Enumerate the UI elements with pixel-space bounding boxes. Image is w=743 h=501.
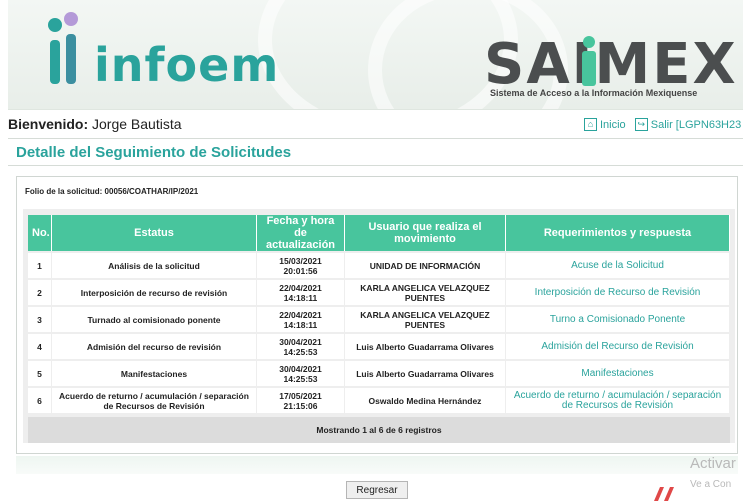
header-banner: infoem SAIMEX Sistema de Acceso a la Inf… — [8, 0, 743, 110]
cell-estatus: Manifestaciones — [52, 361, 257, 386]
infoem-logo-text: infoem — [94, 38, 280, 92]
cell-estatus: Análisis de la solicitud — [52, 253, 257, 278]
cell-usuario: UNIDAD DE INFORMACIÓN — [345, 253, 506, 278]
cell-no: 6 — [28, 388, 52, 413]
cell-no: 1 — [28, 253, 52, 278]
response-link[interactable]: Admisión del Recurso de Revisión — [506, 334, 730, 359]
response-link[interactable]: Turno a Comisionado Ponente — [506, 307, 730, 332]
exit-icon: ↪ — [634, 118, 648, 131]
activation-watermark-title: Activar — [690, 455, 736, 472]
welcome-greeting: Bienvenido: — [8, 116, 89, 132]
table-row: 3 Turnado al comisionado ponente 22/04/2… — [28, 307, 730, 332]
column-header-respuesta[interactable]: Requerimientos y respuesta — [506, 215, 730, 251]
cell-fecha: 22/04/2021 14:18:11 — [257, 307, 345, 332]
cell-usuario: KARLA ANGELICA VELAZQUEZ PUENTES — [345, 307, 506, 332]
saimex-subtitle: Sistema de Acceso a la Información Mexiq… — [490, 88, 698, 98]
column-header-estatus[interactable]: Estatus — [52, 215, 257, 251]
activation-watermark-subtitle: Ve a Con — [690, 479, 732, 490]
cell-fecha: 17/05/2021 21:15:06 — [257, 388, 345, 413]
page-title-bar: Detalle del Seguimiento de Solicitudes — [8, 138, 743, 166]
user-name: Jorge Bautista — [92, 116, 182, 132]
table-header-row: No. Estatus Fecha y hora de actualizació… — [28, 215, 730, 251]
logout-link[interactable]: ↪ Salir [LGPN63H23 — [634, 118, 742, 131]
cell-date: 22/04/2021 — [279, 309, 322, 320]
cell-usuario: Luis Alberto Guadarrama Olivares — [345, 334, 506, 359]
cell-usuario: Oswaldo Medina Hernández — [345, 388, 506, 413]
response-link[interactable]: Acuse de la Solicitud — [506, 253, 730, 278]
infoem-logo: infoem — [42, 12, 278, 92]
cell-estatus: Acuerdo de returno / acumulación / separ… — [52, 388, 257, 413]
home-link-label: Inicio — [600, 118, 626, 131]
response-link[interactable]: Manifestaciones — [506, 361, 730, 386]
cell-time: 20:01:56 — [283, 265, 318, 276]
tracking-table: No. Estatus Fecha y hora de actualizació… — [28, 213, 730, 415]
table-row: 5 Manifestaciones 30/04/2021 14:25:53 Lui… — [28, 361, 730, 386]
cell-fecha: 30/04/2021 14:25:53 — [257, 334, 345, 359]
response-link[interactable]: Acuerdo de returno / acumulación / separ… — [506, 388, 730, 413]
cell-time: 14:18:11 — [283, 319, 318, 330]
cell-fecha: 30/04/2021 14:25:53 — [257, 361, 345, 386]
cell-time: 14:25:53 — [283, 346, 318, 357]
tracking-table-wrapper: No. Estatus Fecha y hora de actualizació… — [23, 209, 735, 443]
table-footer-count: Mostrando 1 al 6 de 6 registros — [28, 417, 730, 443]
saimex-logo: SAIMEX Sistema de Acceso a la Informació… — [484, 18, 739, 103]
table-row: 6 Acuerdo de returno / acumulación / sep… — [28, 388, 730, 413]
person-figure-icon — [582, 36, 596, 86]
home-link[interactable]: ⌂ Inicio — [584, 118, 626, 131]
cell-estatus: Interposición de recurso de revisión — [52, 280, 257, 305]
cell-usuario: KARLA ANGELICA VELAZQUEZ PUENTES — [345, 280, 506, 305]
column-header-fecha[interactable]: Fecha y hora de actualización — [257, 215, 345, 251]
cell-time: 21:15:06 — [283, 400, 318, 411]
cell-estatus: Admisión del recurso de revisión — [52, 334, 257, 359]
cell-date: 30/04/2021 — [279, 363, 322, 374]
cell-fecha: 22/04/2021 14:18:11 — [257, 280, 345, 305]
top-navigation: ⌂ Inicio ↪ Salir [LGPN63H23 — [578, 118, 741, 131]
cell-date: 17/05/2021 — [279, 390, 322, 401]
cell-date: 22/04/2021 — [279, 282, 322, 293]
response-link[interactable]: Interposición de Recurso de Revisión — [506, 280, 730, 305]
cell-usuario: Luis Alberto Guadarrama Olivares — [345, 361, 506, 386]
logout-link-label: Salir [LGPN63H23 — [650, 118, 742, 131]
cell-fecha: 15/03/2021 20:01:56 — [257, 253, 345, 278]
cell-time: 14:25:53 — [283, 373, 318, 384]
home-icon: ⌂ — [584, 118, 597, 131]
red-stripes-decoration — [654, 487, 674, 501]
table-row: 1 Análisis de la solicitud 15/03/2021 20:… — [28, 253, 730, 278]
cell-no: 2 — [28, 280, 52, 305]
welcome-message: Bienvenido: Jorge Bautista — [8, 116, 182, 132]
table-row: 2 Interposición de recurso de revisión 2… — [28, 280, 730, 305]
column-header-no[interactable]: No. — [28, 215, 52, 251]
bottom-strip — [16, 456, 738, 474]
cell-date: 15/03/2021 — [279, 255, 322, 266]
table-row: 4 Admisión del recurso de revisión 30/04… — [28, 334, 730, 359]
request-detail-panel: Folio de la solicitud: 00056/COATHAR/IP/… — [16, 176, 738, 454]
cell-time: 14:18:11 — [283, 292, 318, 303]
cell-date: 30/04/2021 — [279, 336, 322, 347]
column-header-usuario[interactable]: Usuario que realiza el movimiento — [345, 215, 506, 251]
page-title: Detalle del Seguimiento de Solicitudes — [16, 144, 292, 161]
folio-label: Folio de la solicitud: 00056/COATHAR/IP/… — [25, 187, 199, 196]
cell-no: 4 — [28, 334, 52, 359]
back-button[interactable]: Regresar — [346, 481, 408, 499]
cell-estatus: Turnado al comisionado ponente — [52, 307, 257, 332]
cell-no: 5 — [28, 361, 52, 386]
cell-no: 3 — [28, 307, 52, 332]
